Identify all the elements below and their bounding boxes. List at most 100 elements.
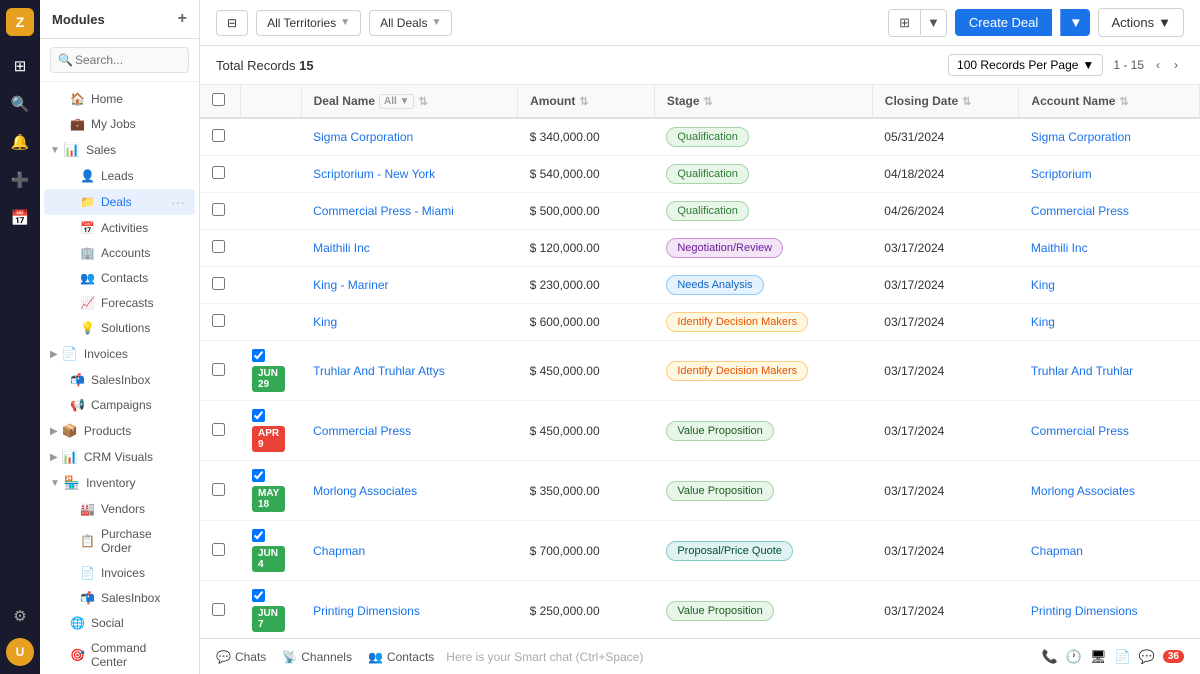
deals-filter[interactable]: All Deals ▼ <box>369 10 452 36</box>
row-checkbox[interactable] <box>212 363 225 376</box>
phone-icon[interactable]: 📞 <box>1042 649 1058 665</box>
row-deal-name-cell[interactable]: Printing Dimensions <box>301 581 517 639</box>
task-badge[interactable]: JUN 7 <box>252 606 285 632</box>
row-checkbox[interactable] <box>212 166 225 179</box>
row-checkbox[interactable] <box>212 129 225 142</box>
row-deal-name-cell[interactable]: King - Mariner <box>301 267 517 304</box>
settings-icon[interactable]: ⚙ <box>4 600 36 632</box>
row-account-name-cell[interactable]: Morlong Associates <box>1019 461 1200 521</box>
channels-button[interactable]: 📡 Channels <box>282 650 352 664</box>
row-account-name-cell[interactable]: Commercial Press <box>1019 401 1200 461</box>
sidebar-item-accounts[interactable]: 🏢 Accounts <box>44 241 195 265</box>
row-deal-name-cell[interactable]: Morlong Associates <box>301 461 517 521</box>
deal-name-sort-icon[interactable]: ⇅ <box>418 95 427 108</box>
row-account-name-cell[interactable]: Scriptorium <box>1019 156 1200 193</box>
account-name-sort-icon[interactable]: ⇅ <box>1119 95 1128 108</box>
task-badge[interactable]: JUN 29 <box>252 366 285 392</box>
sidebar-item-contacts[interactable]: 👥 Contacts <box>44 266 195 290</box>
sidebar-item-salesinbox[interactable]: 📬 SalesInbox <box>44 368 195 392</box>
row-account-name-cell[interactable]: Maithili Inc <box>1019 230 1200 267</box>
user-avatar[interactable]: U <box>6 638 34 666</box>
add-icon[interactable]: ➕ <box>4 164 36 196</box>
select-all-checkbox[interactable] <box>212 93 225 106</box>
closing-date-sort-icon[interactable]: ⇅ <box>962 95 971 108</box>
sidebar-item-solutions[interactable]: 💡 Solutions <box>44 316 195 340</box>
actions-button[interactable]: Actions ▼ <box>1098 8 1184 37</box>
sidebar-item-campaigns[interactable]: 📢 Campaigns <box>44 393 195 417</box>
task-checkbox[interactable] <box>252 349 265 362</box>
more-options-icon[interactable]: ··· <box>171 194 185 210</box>
app-logo[interactable]: Z <box>6 8 34 36</box>
row-checkbox[interactable] <box>212 314 225 327</box>
chat-icon[interactable]: 💬 <box>1139 649 1155 665</box>
contacts-button[interactable]: 👥 Contacts <box>368 650 434 664</box>
row-deal-name-cell[interactable]: Scriptorium - New York <box>301 156 517 193</box>
row-checkbox[interactable] <box>212 203 225 216</box>
task-checkbox[interactable] <box>252 529 265 542</box>
grid-view-button[interactable]: ⊞ <box>889 10 920 36</box>
sidebar-item-inv-invoices[interactable]: 📄 Invoices <box>44 561 195 585</box>
sidebar-section-crm[interactable]: ▶ 📊 CRM Visuals <box>40 444 199 470</box>
row-deal-name-cell[interactable]: King <box>301 304 517 341</box>
calendar-icon[interactable]: 📅 <box>4 202 36 234</box>
task-badge[interactable]: JUN 4 <box>252 546 285 572</box>
sidebar-item-home[interactable]: 🏠 Home <box>44 87 195 111</box>
task-checkbox[interactable] <box>252 409 265 422</box>
records-per-page-selector[interactable]: 100 Records Per Page ▼ <box>948 54 1103 76</box>
row-checkbox[interactable] <box>212 483 225 496</box>
row-deal-name-cell[interactable]: Truhlar And Truhlar Attys <box>301 341 517 401</box>
amount-sort-icon[interactable]: ⇅ <box>579 95 588 108</box>
next-page-button[interactable]: › <box>1168 55 1184 75</box>
bell-icon[interactable]: 🔔 <box>4 126 36 158</box>
chats-button[interactable]: 💬 Chats <box>216 650 266 664</box>
prev-page-button[interactable]: ‹ <box>1150 55 1166 75</box>
row-deal-name-cell[interactable]: Maithili Inc <box>301 230 517 267</box>
view-toggle-arrow[interactable]: ▼ <box>920 10 946 35</box>
sidebar-item-my-jobs[interactable]: 💼 My Jobs <box>44 112 195 136</box>
sidebar-item-activities[interactable]: 📅 Activities <box>44 216 195 240</box>
sidebar-section-inventory[interactable]: ▼ 🏪 Inventory <box>40 470 199 496</box>
row-checkbox[interactable] <box>212 603 225 616</box>
filter-icon-button[interactable]: ⊟ <box>216 10 248 36</box>
row-account-name-cell[interactable]: Truhlar And Truhlar <box>1019 341 1200 401</box>
file-icon[interactable]: 📄 <box>1115 649 1131 665</box>
row-account-name-cell[interactable]: Commercial Press <box>1019 193 1200 230</box>
sidebar-item-purchase-order[interactable]: 📋 Purchase Order <box>44 522 195 560</box>
sidebar-item-inv-salesinbox[interactable]: 📬 SalesInbox <box>44 586 195 610</box>
sidebar-section-products[interactable]: ▶ 📦 Products <box>40 418 199 444</box>
search-global-icon[interactable]: 🔍 <box>4 88 36 120</box>
row-account-name-cell[interactable]: Chapman <box>1019 521 1200 581</box>
row-deal-name-cell[interactable]: Commercial Press - Miami <box>301 193 517 230</box>
modules-icon[interactable]: ⊞ <box>4 50 36 82</box>
row-deal-name-cell[interactable]: Commercial Press <box>301 401 517 461</box>
create-deal-button[interactable]: Create Deal <box>955 9 1052 36</box>
clock-icon[interactable]: 🕐 <box>1066 649 1082 665</box>
task-badge[interactable]: MAY 18 <box>252 486 285 512</box>
sidebar-item-vendors[interactable]: 🏭 Vendors <box>44 497 195 521</box>
row-deal-name-cell[interactable]: Chapman <box>301 521 517 581</box>
sidebar-section-sales[interactable]: ▼ 📊 Sales <box>40 137 199 163</box>
row-checkbox[interactable] <box>212 240 225 253</box>
task-checkbox[interactable] <box>252 469 265 482</box>
row-account-name-cell[interactable]: King <box>1019 304 1200 341</box>
create-deal-arrow-button[interactable]: ▼ <box>1060 9 1090 36</box>
row-account-name-cell[interactable]: Sigma Corporation <box>1019 118 1200 156</box>
deal-name-filter-badge[interactable]: All ▼ <box>379 94 414 109</box>
row-account-name-cell[interactable]: Printing Dimensions <box>1019 581 1200 639</box>
sidebar-section-invoices[interactable]: ▶ 📄 Invoices <box>40 341 199 367</box>
sidebar-item-forecasts[interactable]: 📈 Forecasts <box>44 291 195 315</box>
sidebar-item-leads[interactable]: 👤 Leads <box>44 164 195 188</box>
row-checkbox[interactable] <box>212 423 225 436</box>
task-badge[interactable]: APR 9 <box>252 426 285 452</box>
screen-icon[interactable]: 🖥 <box>1090 649 1107 665</box>
task-checkbox[interactable] <box>252 589 265 602</box>
territory-filter[interactable]: All Territories ▼ <box>256 10 361 36</box>
row-account-name-cell[interactable]: King <box>1019 267 1200 304</box>
stage-sort-icon[interactable]: ⇅ <box>704 95 713 108</box>
sidebar-item-deals[interactable]: 📁 Deals ··· <box>44 189 195 215</box>
sidebar-item-command-center[interactable]: 🎯 Command Center <box>44 636 195 674</box>
add-module-button[interactable]: + <box>178 10 187 28</box>
row-checkbox[interactable] <box>212 277 225 290</box>
row-checkbox[interactable] <box>212 543 225 556</box>
sidebar-item-social[interactable]: 🌐 Social <box>44 611 195 635</box>
